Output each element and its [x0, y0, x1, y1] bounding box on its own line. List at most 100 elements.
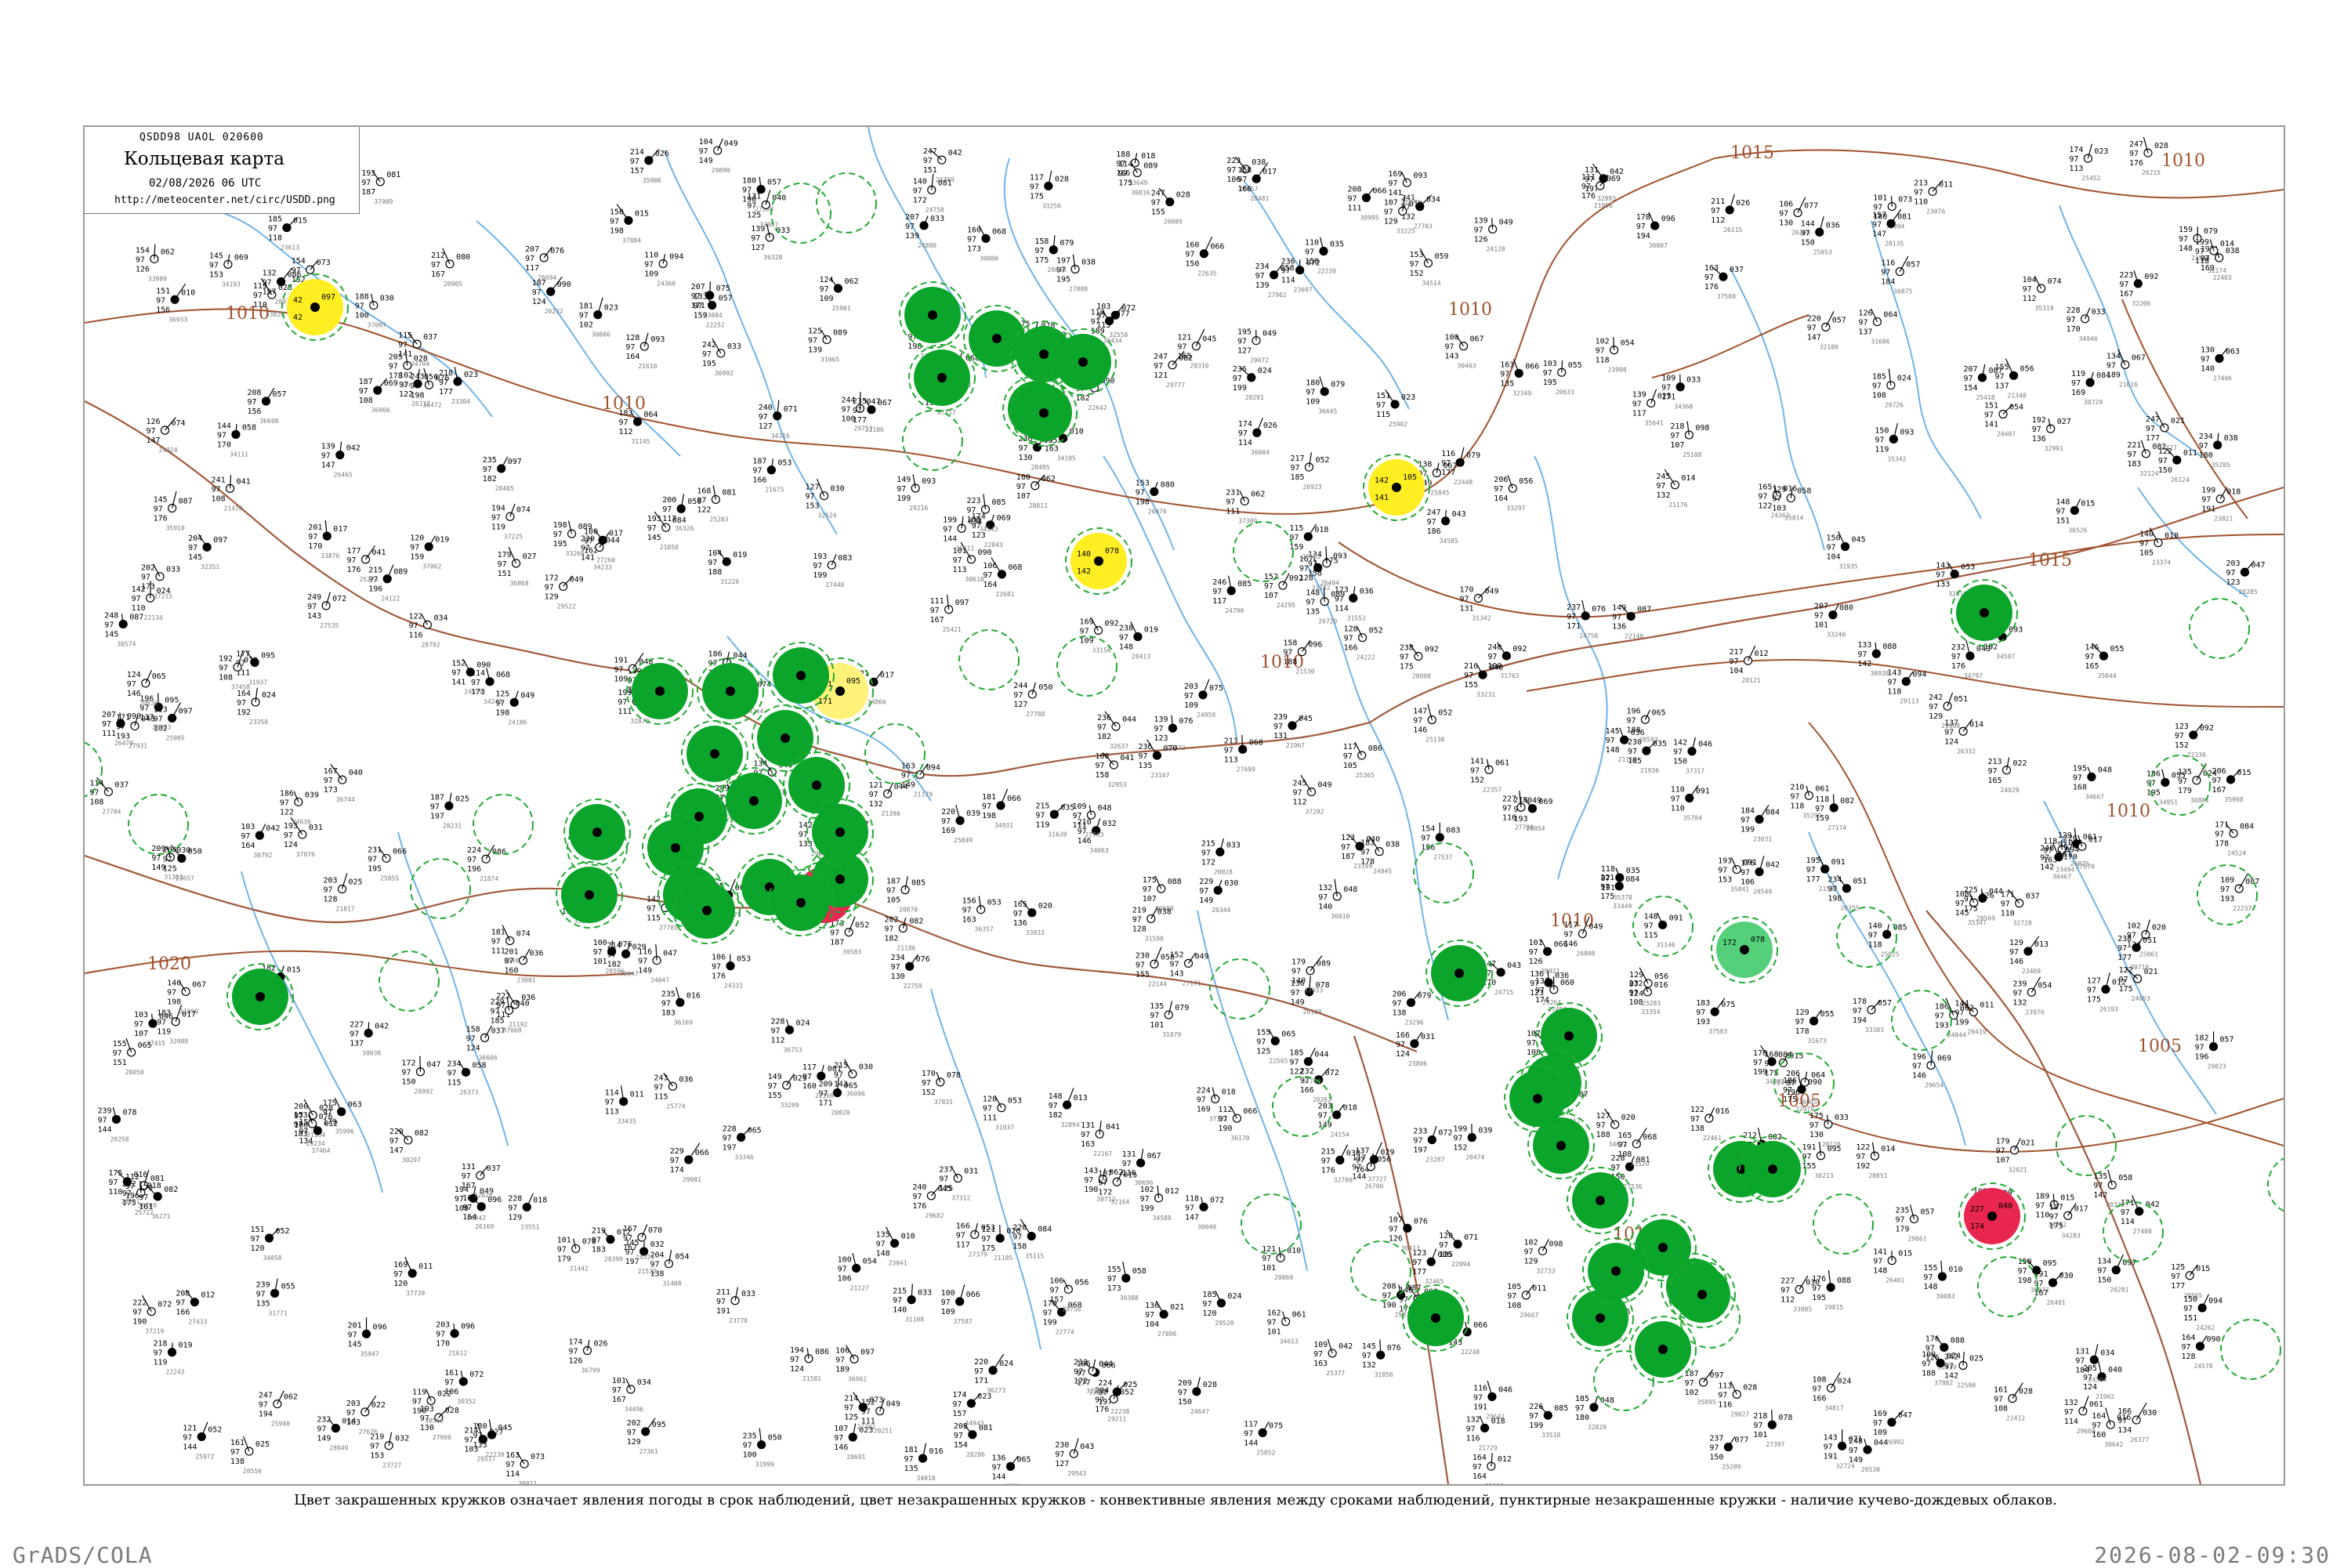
pressure-value: 072: [469, 1371, 484, 1379]
station-id: 32953: [1107, 781, 1126, 788]
pressure-value: 079: [2204, 227, 2218, 236]
station-id: 23354: [1641, 1009, 1660, 1016]
dew-value: 130: [891, 972, 905, 981]
pressure-tendency: 97: [962, 907, 972, 915]
temp-value: 230: [1055, 1441, 1069, 1450]
pressure-value: 045: [1299, 715, 1313, 723]
station-plot: 1299717805531673: [1795, 1009, 1835, 1045]
pressure-tendency: 97: [661, 999, 671, 1008]
pressure-value: 095: [652, 1421, 666, 1429]
temp-value: 127: [2087, 977, 2101, 986]
station-id: 28286: [966, 1451, 985, 1458]
station-id: 30434: [1103, 338, 1122, 345]
pressure-value: 087: [179, 497, 193, 505]
station-plot: 1819719806634931: [982, 789, 1021, 829]
cb-cloud-ring: [379, 951, 439, 1011]
temp-value: 147: [1413, 708, 1427, 716]
wind-barb: [172, 1343, 173, 1353]
pressure-tendency: 97: [2087, 987, 2096, 995]
temp-value: 236: [1138, 743, 1152, 751]
pressure-value: 096: [1308, 641, 1322, 650]
pressure-tendency: 97: [923, 157, 933, 165]
pressure-value: 037: [114, 780, 129, 789]
pressure-value: 061: [2089, 1400, 2103, 1409]
pressure-tendency: 97: [697, 496, 706, 505]
station-dot: [702, 906, 712, 915]
station-plot: 1239717708632465: [1412, 1248, 1451, 1285]
station-id: 24122: [381, 596, 400, 603]
station-plot: 1519712005234058: [251, 1226, 290, 1262]
dew-value: 199: [1043, 1318, 1057, 1327]
temp-value: 120: [1439, 1232, 1453, 1240]
pressure-tendency: 97: [1487, 653, 1497, 661]
highlight-station: 172078: [1712, 917, 1777, 983]
station-plot: 1099717103334368: [1661, 375, 1701, 411]
dew-value: 106: [838, 1274, 852, 1283]
station-id: 31686: [1871, 339, 1889, 346]
station-id: 21817: [336, 906, 355, 913]
dew-value: 118: [2195, 257, 2209, 266]
temp-value: 158: [466, 1025, 480, 1034]
pressure-value: 023: [464, 371, 478, 379]
pressure-tendency: 97: [647, 524, 657, 533]
dew-value: 144: [1352, 1173, 1366, 1182]
station-id: 21874: [480, 875, 498, 882]
station-id: 34111: [230, 451, 248, 458]
dew-value: 179: [1895, 1226, 1909, 1234]
pressure-value: 071: [784, 405, 798, 414]
station-id: 26476: [1148, 508, 1167, 515]
pressure-value: 047: [663, 950, 677, 958]
temp-value: 242: [702, 341, 716, 349]
dew-value: 191: [1601, 884, 1615, 893]
pressure-value: 075: [716, 284, 730, 293]
dew-value: 195: [1543, 378, 1557, 387]
station-id: 37882: [1934, 1379, 1953, 1386]
temp-value: 150: [1875, 426, 1889, 435]
station-dot: [310, 302, 320, 312]
pressure-value: 079: [1060, 239, 1074, 248]
temp-value: 123: [1341, 834, 1355, 842]
pressure-value: 032: [1103, 820, 1117, 828]
dew-value: 175: [1964, 904, 1978, 913]
footer-timestamp: 2026-08-02-09:30: [2094, 1542, 2331, 1568]
dew-value: 176: [346, 566, 360, 574]
pressure-value: 012: [1755, 650, 1769, 658]
station-id: 30388: [1120, 1295, 1139, 1302]
temp-value: 211: [1711, 197, 1725, 206]
pressure-value: 067: [192, 980, 206, 989]
dew-value: 156: [156, 306, 170, 314]
station-id: 28851: [1868, 1172, 1887, 1179]
station-id: 23350: [249, 719, 268, 726]
dew-value: 135: [1138, 762, 1152, 770]
pressure-tendency: 97: [241, 832, 250, 841]
station-dot: [376, 178, 384, 186]
temp-value: 234: [1828, 876, 1842, 885]
pressure-value: 057: [1878, 999, 1892, 1008]
station-id: 26491: [2047, 1299, 2066, 1306]
dew-value: 135: [904, 1465, 918, 1473]
pressure-tendency: 97: [1201, 849, 1211, 857]
pressure-tendency: 97: [251, 1235, 260, 1244]
pressure-value: 051: [2143, 936, 2157, 945]
station-id: 31771: [269, 1309, 288, 1316]
station-id: 20232: [545, 308, 563, 315]
station-id: 20836: [139, 700, 158, 707]
station-id: 21612: [448, 1350, 467, 1357]
pressure-tendency: 97: [412, 1397, 422, 1406]
station-plot: 2299714708230297: [389, 1128, 429, 1164]
temp-value: 234: [2199, 433, 2213, 441]
station-dot: [749, 796, 759, 806]
pressure-tendency: 97: [1824, 1443, 1833, 1451]
dew-value: 167: [431, 270, 445, 279]
station-plot: 1409717208124758: [913, 174, 952, 214]
pressure-tendency: 97: [1606, 737, 1615, 745]
station-dot: [1816, 228, 1824, 236]
pressure-tendency: 97: [835, 1356, 845, 1364]
pressure-value: 079: [244, 656, 258, 664]
pressure-tendency: 97: [1202, 1300, 1212, 1309]
dew-value: 171: [818, 1099, 832, 1108]
dew-value: 173: [967, 244, 981, 253]
pressure-tendency: 97: [1049, 1286, 1059, 1295]
dew-value: 121: [1154, 371, 1168, 380]
dew-value: 143: [1445, 353, 1459, 361]
